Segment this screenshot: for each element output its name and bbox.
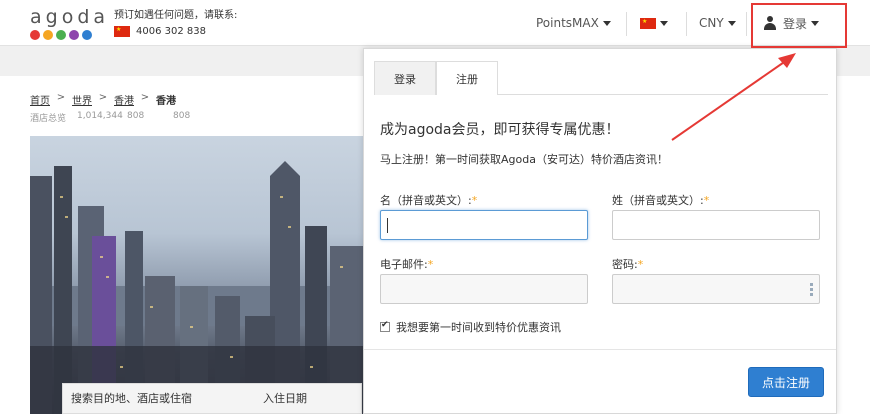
breadcrumb-count: 酒店总览: [30, 114, 67, 124]
china-flag-icon: [640, 17, 656, 29]
breadcrumb-separator: >: [98, 92, 108, 103]
text-cursor: [387, 218, 388, 233]
skyline-illustration: [30, 161, 370, 414]
last-name-label: 姓（拼音或英文）:*: [612, 192, 709, 208]
required-mark: *: [427, 258, 434, 271]
required-mark: *: [703, 194, 710, 207]
chevron-down-icon: [727, 20, 736, 26]
logo-dots: [30, 30, 109, 40]
checkin-label: 入住日期: [263, 392, 307, 405]
breadcrumb-world[interactable]: 世界: [72, 92, 92, 107]
currency-dropdown[interactable]: CNY: [699, 0, 736, 46]
password-input[interactable]: [612, 274, 820, 304]
help-text: 预订如遇任何问题，请联系:: [114, 10, 238, 21]
agoda-logo[interactable]: agoda: [30, 6, 109, 40]
breadcrumb-count: 1,014,344: [77, 111, 123, 121]
language-dropdown[interactable]: [640, 0, 668, 46]
email-label-text: 电子邮件:: [380, 258, 428, 271]
pointsmax-label: PointsMAX: [536, 16, 599, 30]
breadcrumb-hongkong-region[interactable]: 香港: [114, 92, 134, 107]
last-name-input[interactable]: [612, 210, 820, 240]
logo-text: agoda: [30, 6, 110, 28]
first-name-label: 名（拼音或英文）:*: [380, 192, 477, 208]
nav-divider: [746, 12, 747, 36]
page: agoda 预订如遇任何问题，请联系: 4006 302 838 PointsM…: [0, 0, 870, 414]
hongkong-skyline-image: [30, 136, 370, 414]
register-heading: 成为agoda会员，即可获得专属优惠！: [380, 122, 620, 138]
hotel-search-bar: 搜索目的地、酒店或住宿 入住日期: [62, 383, 362, 414]
register-dropdown-panel: 登录 注册 成为agoda会员，即可获得专属优惠！ 马上注册！第一时间获取Ago…: [363, 48, 837, 414]
chevron-down-icon: [602, 20, 611, 26]
password-label: 密码:*: [612, 256, 643, 272]
email-label: 电子邮件:*: [380, 256, 433, 272]
nav-divider: [686, 12, 687, 36]
logo-dot-blue: [82, 30, 92, 40]
first-name-input[interactable]: [380, 210, 588, 240]
email-input[interactable]: [380, 274, 588, 304]
top-header: agoda 预订如遇任何问题，请联系: 4006 302 838 PointsM…: [0, 0, 870, 46]
modal-divider: [364, 349, 836, 350]
breadcrumb-home[interactable]: 首页: [30, 92, 50, 107]
tab-register[interactable]: 注册: [436, 61, 498, 96]
chevron-down-icon: [660, 20, 668, 26]
help-phone: 4006 302 838: [136, 26, 206, 37]
currency-label: CNY: [699, 16, 724, 30]
register-subheading: 马上注册！第一时间获取Agoda（安可达）特价酒店资讯！: [380, 153, 668, 166]
breadcrumb-separator: >: [140, 92, 150, 103]
breadcrumb-count: 808: [173, 111, 191, 121]
logo-dot-purple: [69, 30, 79, 40]
tab-login[interactable]: 登录: [374, 61, 436, 95]
required-mark: *: [637, 258, 644, 271]
newsletter-checkbox[interactable]: [380, 320, 390, 332]
password-label-text: 密码:: [612, 258, 638, 271]
breadcrumb-current: 香港: [156, 96, 176, 107]
newsletter-label: 我想要第一时间收到特价优惠资讯: [396, 321, 561, 334]
login-highlight-box: [751, 3, 847, 48]
breadcrumb-separator: >: [56, 92, 66, 103]
password-manager-icon[interactable]: [810, 283, 813, 296]
logo-dot-orange: [43, 30, 53, 40]
last-name-label-text: 姓（拼音或英文）:: [612, 194, 704, 207]
logo-dot-red: [30, 30, 40, 40]
breadcrumb-count: 808: [127, 111, 145, 121]
register-submit-button[interactable]: 点击注册: [748, 367, 824, 397]
destination-label: 搜索目的地、酒店或住宿: [71, 392, 192, 405]
first-name-label-text: 名（拼音或英文）:: [380, 194, 472, 207]
required-mark: *: [471, 194, 478, 207]
nav-divider: [626, 12, 627, 36]
auth-tabs: 登录 注册: [374, 61, 498, 96]
logo-dot-green: [56, 30, 66, 40]
newsletter-option[interactable]: 我想要第一时间收到特价优惠资讯: [380, 319, 561, 335]
china-flag-icon: [114, 26, 130, 37]
help-contact: 预订如遇任何问题，请联系: 4006 302 838: [114, 6, 237, 37]
breadcrumb: 首页 > 世界 > 香港 > 香港 酒店总览 1,014,344 808 808: [30, 92, 190, 124]
pointsmax-dropdown[interactable]: PointsMAX: [536, 0, 611, 46]
